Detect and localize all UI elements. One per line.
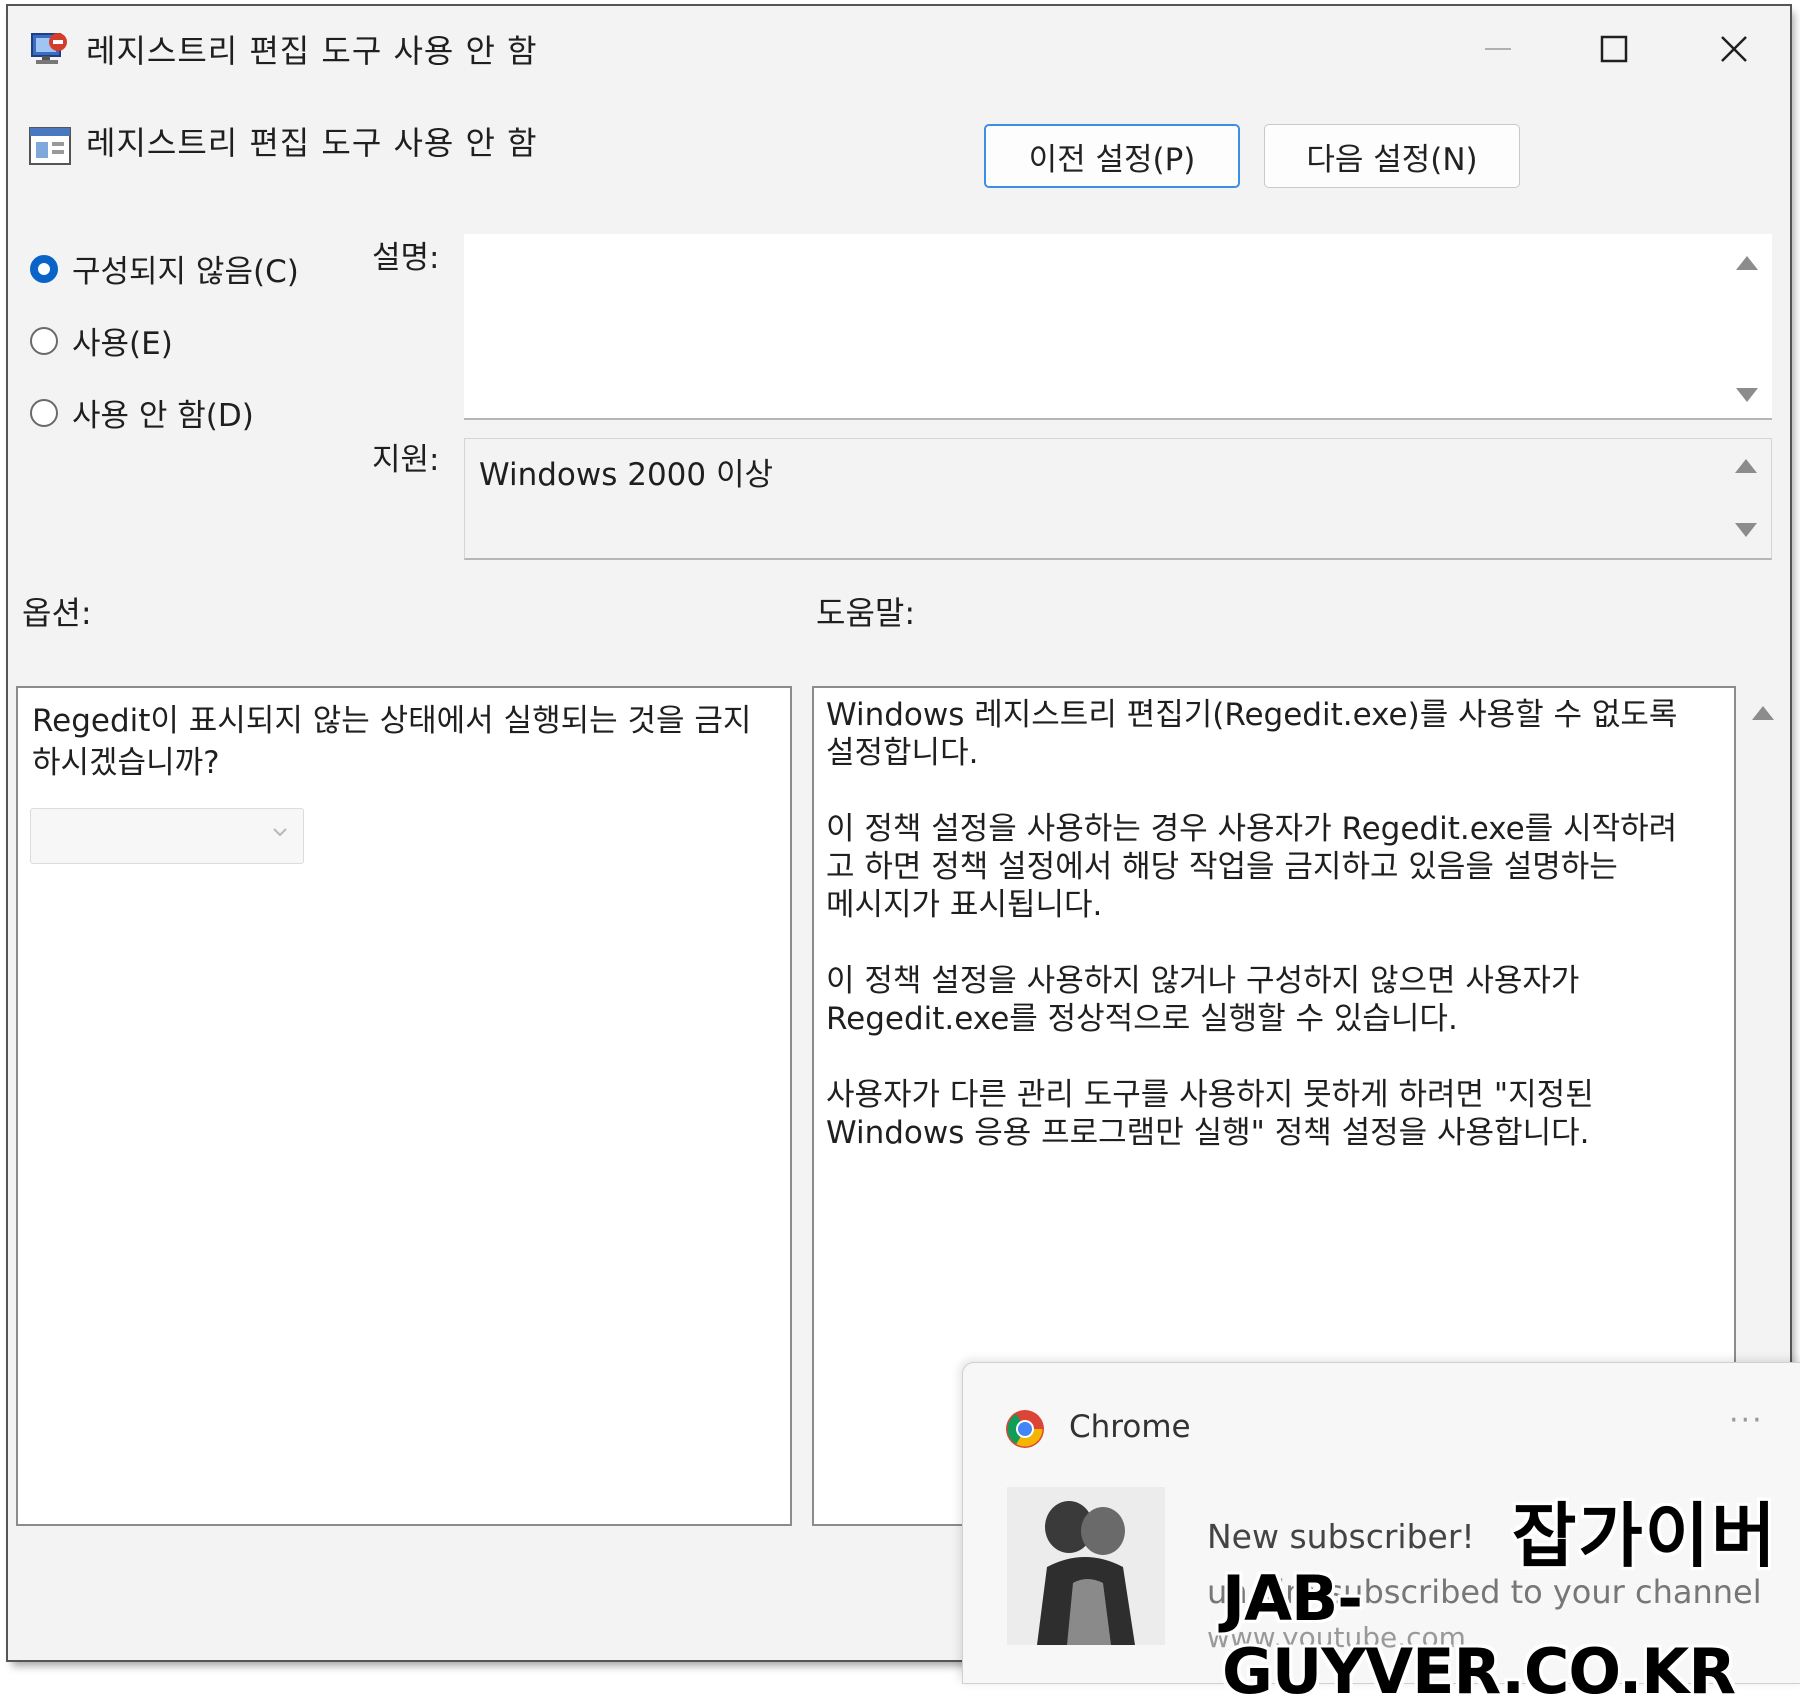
next-setting-button[interactable]: 다음 설정(N) <box>1264 124 1520 188</box>
help-text: Windows 레지스트리 편집기(Regedit.exe)를 사용할 수 없도… <box>826 696 1726 1190</box>
radio-label: 사용(E) <box>72 326 173 362</box>
scroll-down-icon[interactable] <box>1736 388 1758 402</box>
chevron-down-icon <box>273 828 287 837</box>
radio-enabled[interactable]: 사용(E) <box>30 318 173 363</box>
radio-indicator[interactable] <box>30 398 58 427</box>
watermark-url: JAB-GUYVER.CO.KR <box>1222 1562 1736 1708</box>
close-button[interactable] <box>1684 20 1784 78</box>
options-question: Regedit이 표시되지 않는 상태에서 실행되는 것을 금지하시겠습니까? <box>32 703 752 781</box>
help-paragraph: 이 정책 설정을 사용하는 경우 사용자가 Regedit.exe를 시작하려 … <box>826 811 1678 923</box>
options-dropdown[interactable] <box>30 808 304 864</box>
help-paragraph: 이 정책 설정을 사용하지 않거나 구성하지 않으면 사용자가 Regedit.… <box>826 963 1580 1037</box>
description-textbox[interactable] <box>464 234 1772 420</box>
radio-label: 사용 안 함(D) <box>72 398 254 434</box>
radio-indicator[interactable] <box>30 326 58 355</box>
minimize-icon <box>1485 48 1511 50</box>
registry-policy-icon <box>28 28 70 68</box>
support-label: 지원: <box>372 442 440 478</box>
support-value: Windows 2000 이상 <box>479 457 774 493</box>
options-pane: Regedit이 표시되지 않는 상태에서 실행되는 것을 금지하시겠습니까? <box>16 686 792 1526</box>
title-bar[interactable]: 레지스트리 편집 도구 사용 안 함 <box>8 6 1790 90</box>
scroll-down-icon[interactable] <box>1735 523 1757 537</box>
help-section-label: 도움말: <box>816 594 916 632</box>
radio-disabled[interactable]: 사용 안 함(D) <box>30 390 254 435</box>
policy-setting-icon <box>28 124 72 168</box>
policy-title: 레지스트리 편집 도구 사용 안 함 <box>86 124 538 162</box>
scroll-up-icon[interactable] <box>1752 706 1774 720</box>
options-section-label: 옵션: <box>22 594 92 632</box>
help-paragraph: 사용자가 다른 관리 도구를 사용하지 못하게 하려면 "지정된 Windows… <box>826 1077 1594 1151</box>
radio-label: 구성되지 않음(C) <box>72 254 299 290</box>
scroll-up-icon[interactable] <box>1736 256 1758 270</box>
more-options-icon[interactable]: ··· <box>1729 1403 1764 1438</box>
help-paragraph: Windows 레지스트리 편집기(Regedit.exe)를 사용할 수 없도… <box>826 697 1678 771</box>
radio-not-configured[interactable]: 구성되지 않음(C) <box>30 246 299 291</box>
previous-setting-button[interactable]: 이전 설정(P) <box>984 124 1240 188</box>
close-icon <box>1721 36 1747 62</box>
maximize-icon <box>1600 35 1628 63</box>
subscriber-avatar <box>1007 1487 1165 1645</box>
maximize-button[interactable] <box>1564 20 1664 78</box>
toast-heading: New subscriber! <box>1207 1517 1475 1556</box>
toast-app-name: Chrome <box>1069 1409 1191 1445</box>
minimize-button[interactable] <box>1448 20 1548 78</box>
description-label: 설명: <box>372 240 440 276</box>
window-title: 레지스트리 편집 도구 사용 안 함 <box>86 32 538 70</box>
support-textbox[interactable]: Windows 2000 이상 <box>464 438 1772 560</box>
radio-indicator[interactable] <box>30 254 58 283</box>
chrome-icon <box>1005 1409 1045 1449</box>
scroll-up-icon[interactable] <box>1735 459 1757 473</box>
